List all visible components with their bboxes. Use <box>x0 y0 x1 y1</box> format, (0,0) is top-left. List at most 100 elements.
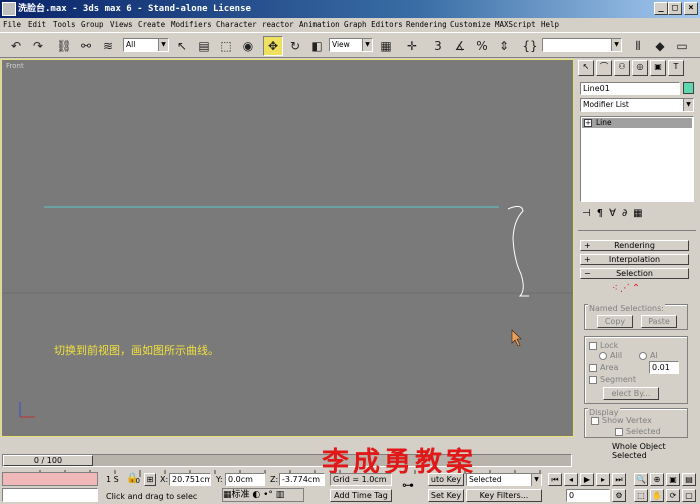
bind-space-warp-icon[interactable]: ≋ <box>98 36 118 56</box>
menu-character[interactable]: Character <box>216 18 257 32</box>
selection-filter-dropdown[interactable]: All ▼ <box>123 38 169 52</box>
pivot-center-icon[interactable]: ▦ <box>376 36 396 56</box>
lock-icon[interactable]: 🔒 <box>126 473 138 484</box>
front-viewport[interactable]: Front 切换到前视图，画如图所示曲线。 <box>1 59 574 437</box>
previous-frame-icon[interactable]: ◂ <box>564 473 578 486</box>
menu-group[interactable]: Group <box>81 18 104 32</box>
display-tab-icon[interactable]: ▣ <box>650 60 666 76</box>
play-icon[interactable]: ▶ <box>580 473 594 486</box>
maxscript-listener[interactable] <box>2 472 98 486</box>
undo-icon[interactable]: ↶ <box>6 36 26 56</box>
stack-item-line[interactable]: + Line <box>582 118 692 128</box>
object-name-field[interactable]: Line01 <box>580 82 680 95</box>
expand-icon[interactable]: + <box>584 119 592 127</box>
selection-region-icon[interactable]: ⬚ <box>216 36 236 56</box>
select-link-icon[interactable]: ⛓ <box>54 36 74 56</box>
next-frame-icon[interactable]: ▸ <box>596 473 610 486</box>
region-zoom-icon[interactable]: ⬚ <box>634 489 648 502</box>
modify-tab-icon[interactable]: ⌒ <box>596 60 612 76</box>
layer-manager-icon[interactable]: ▭ <box>672 36 692 56</box>
auto-key-button[interactable]: uto Key <box>428 473 464 486</box>
menu-graph-editors[interactable]: Graph Editors <box>344 18 403 32</box>
add-time-tag-button[interactable]: Add Time Tag <box>330 489 392 502</box>
maximize-viewport-icon[interactable]: ▢ <box>682 489 696 502</box>
paste-button[interactable]: Paste <box>641 315 677 328</box>
zoom-icon[interactable]: 🔍 <box>634 473 648 486</box>
maxscript-mini-listener[interactable] <box>2 488 98 502</box>
menu-animation[interactable]: Animation <box>299 18 340 32</box>
menu-views[interactable]: Views <box>110 18 133 32</box>
minimize-button[interactable]: _ <box>654 2 668 15</box>
time-slider[interactable]: 0 / 100 <box>2 454 572 467</box>
rollout-interpolation[interactable]: + Interpolation <box>580 254 689 265</box>
go-to-start-icon[interactable]: ⏮ <box>548 473 562 486</box>
radio-al[interactable]: Al <box>639 351 658 360</box>
menu-help[interactable]: Help <box>541 18 559 32</box>
align-icon[interactable]: ◆ <box>650 36 670 56</box>
segment-checkbox[interactable]: Segment <box>589 375 636 384</box>
snap-toggle-icon[interactable]: 3 <box>428 36 448 56</box>
menu-maxscript[interactable]: MAXScript <box>495 18 536 32</box>
y-coord-field[interactable]: 0.0cm <box>225 473 265 486</box>
current-frame-field[interactable]: 0 <box>566 489 610 502</box>
named-selection-dropdown[interactable]: ▼ <box>542 38 622 52</box>
copy-button[interactable]: Copy <box>597 315 633 328</box>
modifier-list-dropdown[interactable]: Modifier List ▼ <box>580 98 694 112</box>
select-manipulate-icon[interactable]: ✛ <box>402 36 422 56</box>
rollout-rendering[interactable]: + Rendering <box>580 240 689 251</box>
zoom-extents-all-icon[interactable]: ▤ <box>682 473 696 486</box>
select-object-icon[interactable]: ↖ <box>172 36 192 56</box>
menu-rendering[interactable]: Rendering <box>406 18 447 32</box>
maximize-button[interactable]: □ <box>668 2 682 15</box>
object-color-swatch[interactable] <box>683 82 694 94</box>
area-checkbox[interactable]: Area <box>589 363 618 372</box>
radio-all[interactable]: Alil <box>599 351 622 360</box>
hierarchy-tab-icon[interactable]: ⚇ <box>614 60 630 76</box>
menu-file[interactable]: File <box>3 18 21 32</box>
create-tab-icon[interactable]: ↖ <box>578 60 594 76</box>
select-by-name-icon[interactable]: ▤ <box>194 36 214 56</box>
set-key-icon[interactable]: ⊶ <box>402 478 414 492</box>
angle-snap-icon[interactable]: ∡ <box>450 36 470 56</box>
show-vertex-checkbox[interactable]: Show Vertex <box>591 416 652 425</box>
configure-sets-icon[interactable]: ▦ <box>633 208 648 219</box>
selected-checkbox[interactable]: Selected <box>615 427 661 436</box>
go-to-end-icon[interactable]: ⏭ <box>612 473 626 486</box>
select-move-icon[interactable]: ✥ <box>263 36 283 56</box>
ref-coord-dropdown[interactable]: View ▼ <box>329 38 373 52</box>
percent-snap-icon[interactable]: % <box>472 36 492 56</box>
unlink-icon[interactable]: ⚯ <box>76 36 96 56</box>
sub-object-level-icons[interactable]: ⁖⋰⌃ <box>612 283 642 294</box>
redo-icon[interactable]: ↷ <box>28 36 48 56</box>
area-value-field[interactable]: 0.01 <box>649 361 679 374</box>
modifier-stack[interactable]: + Line <box>580 116 694 202</box>
spinner-snap-icon[interactable]: ⇕ <box>494 36 514 56</box>
z-coord-field[interactable]: -3.774cm <box>279 473 325 486</box>
lock-checkbox[interactable]: Lock <box>589 341 618 350</box>
time-slider-thumb[interactable]: 0 / 100 <box>3 455 93 466</box>
pin-stack-icon[interactable]: ⊣ <box>582 208 597 219</box>
mirror-icon[interactable]: ⫴ <box>628 36 648 56</box>
select-by-button[interactable]: elect By... <box>603 387 659 400</box>
key-filters-button[interactable]: Key Filters... <box>466 489 542 502</box>
pan-icon[interactable]: ✋ <box>650 489 664 502</box>
window-crossing-icon[interactable]: ◉ <box>238 36 258 56</box>
key-mode-dropdown[interactable]: Selected ▼ <box>466 473 542 486</box>
zoom-all-icon[interactable]: ⊕ <box>650 473 664 486</box>
select-scale-icon[interactable]: ◧ <box>307 36 327 56</box>
arc-rotate-icon[interactable]: ⟳ <box>666 489 680 502</box>
menu-reactor[interactable]: reactor <box>262 18 294 32</box>
motion-tab-icon[interactable]: ◎ <box>632 60 648 76</box>
zoom-extents-icon[interactable]: ▣ <box>666 473 680 486</box>
time-config-icon[interactable]: ⚙ <box>612 489 626 502</box>
menu-modifiers[interactable]: Modifiers <box>171 18 212 32</box>
make-unique-icon[interactable]: ∀ <box>609 208 622 219</box>
x-coord-field[interactable]: 20.751cm <box>169 473 211 486</box>
edit-named-selection-icon[interactable]: {} <box>520 36 540 56</box>
rollout-selection[interactable]: − Selection <box>580 268 689 279</box>
utilities-tab-icon[interactable]: T <box>668 60 684 76</box>
menu-edit[interactable]: Edit <box>28 18 46 32</box>
menu-customize[interactable]: Customize <box>450 18 491 32</box>
close-button[interactable]: × <box>684 2 698 15</box>
ime-toolbar[interactable]: ▦标准 ◐ •° ▥ <box>222 488 304 502</box>
